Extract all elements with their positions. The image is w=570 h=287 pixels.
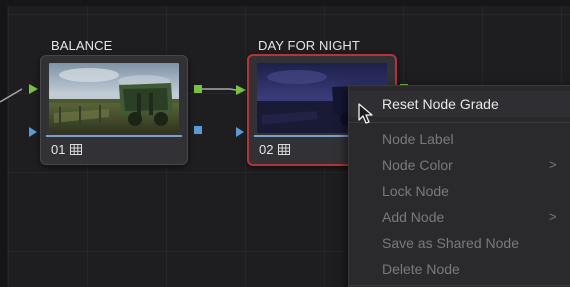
menu-item-node-label[interactable]: Node Label [349, 126, 570, 152]
rgb-input-port-icon[interactable] [29, 84, 38, 94]
alpha-input-port-icon[interactable] [29, 127, 37, 137]
menu-item-node-color[interactable]: Node Color > [349, 152, 570, 178]
node-number: 01 [51, 142, 66, 157]
menu-item-label: Add Node [382, 209, 445, 225]
alpha-input-port-icon-2[interactable] [236, 127, 244, 137]
node-number-row: 01 [51, 142, 83, 157]
menu-item-lock-node[interactable]: Lock Node [349, 178, 570, 204]
submenu-chevron-right-icon: > [549, 209, 557, 224]
menu-item-save-as-shared-node[interactable]: Save as Shared Node [349, 230, 570, 256]
menu-separator [349, 285, 570, 286]
node-status-bar [46, 135, 182, 137]
node-context-menu: Reset Node Grade Node Label Node Color >… [348, 85, 570, 287]
grid-table-icon [278, 144, 291, 155]
menu-separator [349, 122, 570, 123]
menu-item-label: Lock Node [382, 183, 449, 199]
submenu-chevron-right-icon: > [549, 157, 557, 172]
grid-table-icon [70, 144, 83, 155]
menu-item-label: Node Color [382, 157, 453, 173]
node-thumbnail [49, 63, 179, 133]
node-connection-line [202, 85, 246, 95]
rgb-output-port-icon[interactable] [194, 85, 202, 93]
menu-item-label: Save as Shared Node [382, 235, 519, 251]
node-01-balance[interactable]: 01 [40, 55, 188, 165]
menu-item-reset-node-grade[interactable]: Reset Node Grade [349, 91, 570, 117]
menu-item-label: Node Label [382, 131, 454, 147]
menu-item-label: Delete Node [382, 261, 460, 277]
alpha-output-port-icon[interactable] [194, 126, 202, 134]
node-label-day-for-night: DAY FOR NIGHT [258, 38, 360, 53]
menu-item-add-node[interactable]: Add Node > [349, 204, 570, 230]
menu-item-label: Reset Node Grade [382, 96, 499, 112]
node-number-2: 02 [259, 142, 274, 157]
node-editor-canvas[interactable]: BALANCE 01 DAY FOR NIGHT 02 Reset Node G… [0, 0, 570, 287]
node-label-balance: BALANCE [51, 38, 113, 53]
node-number-row-2: 02 [259, 142, 291, 157]
mouse-pointer-icon [358, 103, 373, 124]
menu-item-delete-node[interactable]: Delete Node [349, 256, 570, 282]
input-connection-line [0, 88, 23, 103]
